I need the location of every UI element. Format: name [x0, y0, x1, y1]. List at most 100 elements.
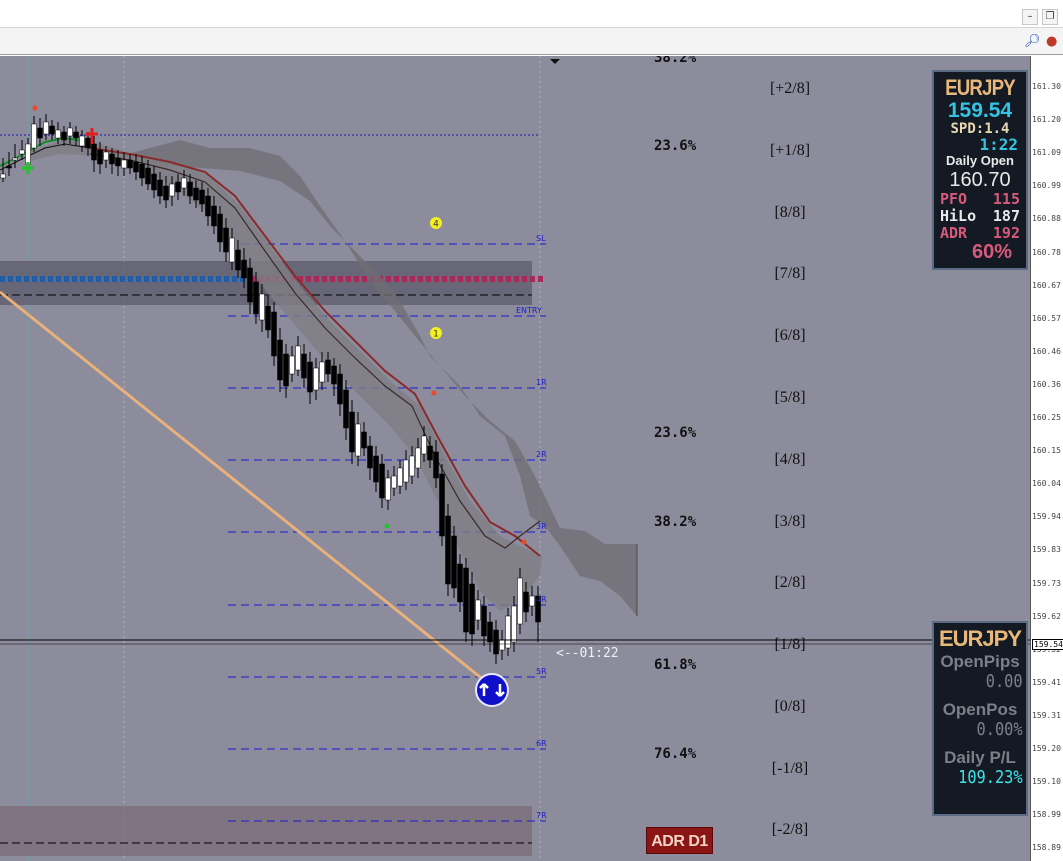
bull-candle [169, 183, 175, 197]
bear-candle [145, 167, 151, 185]
current-price-tag: 159.54 [1032, 639, 1063, 650]
fib-label-236: 23.6% [654, 425, 697, 441]
info-pfo-label: PFO [940, 190, 968, 208]
price-tick: 160.04 [1032, 479, 1061, 489]
bear-candle [301, 353, 307, 379]
fractal-low-dot [384, 523, 390, 529]
fib-label-236-upper: 23.6% [654, 138, 697, 154]
bear-candle [325, 359, 331, 375]
tenkan-line [89, 153, 541, 549]
price-tick: 160.99 [1032, 181, 1061, 191]
reversal-signal-icon [475, 673, 509, 707]
bear-candle [139, 163, 145, 179]
info-hilo-label: HiLo [940, 207, 977, 225]
level-label-6r: 6R [536, 739, 547, 748]
bull-candle [499, 639, 505, 651]
bull-candle [67, 127, 73, 137]
fib-label-764: 76.4% [654, 746, 697, 762]
info-daily-open: 160.70 [949, 169, 1011, 191]
price-tick: 159.10 [1032, 777, 1061, 787]
price-tick: 159.94 [1032, 512, 1061, 522]
info-pfo-row: PFO 115 [934, 191, 1026, 208]
account-symbol: EURJPY [938, 626, 1022, 651]
bear-candle [49, 125, 55, 135]
search-icon[interactable]: 🔎︎ [1024, 34, 1041, 49]
bull-candle [415, 447, 421, 469]
fib-label-618: 61.8% [654, 657, 697, 673]
adr-d1-badge[interactable]: ADR D1 [646, 827, 713, 854]
price-tick: 160.36 [1032, 379, 1061, 389]
bear-candle [109, 153, 115, 165]
bear-candle [349, 411, 355, 453]
bear-candle [247, 267, 253, 303]
bull-candle [397, 467, 403, 487]
bear-candle [193, 187, 199, 201]
murrey-level: [+2/8] [769, 80, 811, 97]
level-label-2r: 2R [536, 450, 547, 459]
info-adr-value: 192 [992, 224, 1020, 242]
murrey-level: [3/8] [774, 513, 806, 530]
open-pos-value: 0.00% [976, 719, 1023, 740]
bull-candle [505, 615, 511, 649]
marker-4-label: 4 [433, 220, 439, 230]
fractal-high-dot [521, 539, 527, 545]
price-tick: 161.09 [1032, 148, 1061, 158]
info-daily-open-label: Daily Open [946, 153, 1014, 168]
restore-button[interactable]: ❐ [1042, 9, 1058, 25]
bear-candle [493, 629, 499, 655]
support-zone [0, 806, 532, 856]
murrey-level: [7/8] [774, 265, 806, 282]
bear-candle [61, 131, 67, 141]
bear-candle [367, 445, 373, 469]
chart-toolbar: 🔎︎ ● [0, 28, 1063, 55]
alert-icon[interactable]: ● [1046, 34, 1057, 49]
murrey-level: [-2/8] [771, 821, 809, 838]
murrey-level: [2/8] [774, 574, 806, 591]
price-axis[interactable]: 161.30 161.20 161.09 160.99 160.88 160.78 160.… [1030, 56, 1063, 861]
price-tick: 159.20 [1032, 744, 1061, 753]
bear-candle [379, 463, 385, 499]
price-tick: 161.30 [1032, 82, 1061, 91]
bear-candle [175, 181, 181, 193]
bull-candle [55, 129, 61, 139]
bear-candle [457, 563, 463, 603]
bear-candle [283, 353, 289, 387]
bull-candle [79, 135, 85, 147]
bear-candle [97, 149, 103, 165]
bear-candle [85, 137, 91, 149]
bear-candle [277, 339, 283, 381]
open-pips-label: OpenPips [940, 652, 1020, 671]
bull-candle [103, 151, 109, 161]
bear-candle [445, 515, 451, 585]
level-label-4r: 4R [536, 595, 547, 604]
bull-candle [43, 121, 49, 135]
bull-candle [385, 477, 391, 501]
fib-label-top: 38.2% [654, 56, 697, 66]
level-label-sl: SL [536, 234, 546, 243]
level-label-1r: 1R [536, 378, 547, 387]
info-adr-label: ADR [940, 224, 968, 242]
bull-candle [313, 367, 319, 391]
price-tick: 159.31 [1032, 710, 1061, 720]
price-chart[interactable]: 41 38.2% 23.6% 23.6% 38.2% 61.8% 76.4% [… [0, 56, 1030, 861]
bull-candle [289, 355, 295, 375]
minimize-button[interactable]: – [1022, 9, 1038, 25]
candle-countdown: <--01:22 [556, 646, 619, 661]
bull-candle [355, 423, 361, 457]
bear-candle [331, 365, 337, 385]
daily-pl-label: Daily P/L [944, 748, 1016, 767]
bull-candle [19, 149, 25, 155]
bull-candle [511, 605, 517, 643]
open-pos-label: OpenPos [942, 700, 1018, 719]
chart-canvas[interactable]: 41 [0, 56, 1030, 861]
price-tick: 160.67 [1032, 280, 1061, 290]
bear-candle [73, 131, 79, 139]
bear-candle [163, 185, 169, 201]
price-tick: 160.88 [1032, 214, 1061, 224]
info-hilo-row: HiLo 187 [934, 208, 1026, 225]
bear-candle [151, 173, 157, 191]
bear-candle [217, 213, 223, 243]
price-tick: 160.25 [1032, 413, 1061, 422]
kijun-line [89, 147, 541, 557]
price-tick: 158.89 [1032, 843, 1061, 853]
